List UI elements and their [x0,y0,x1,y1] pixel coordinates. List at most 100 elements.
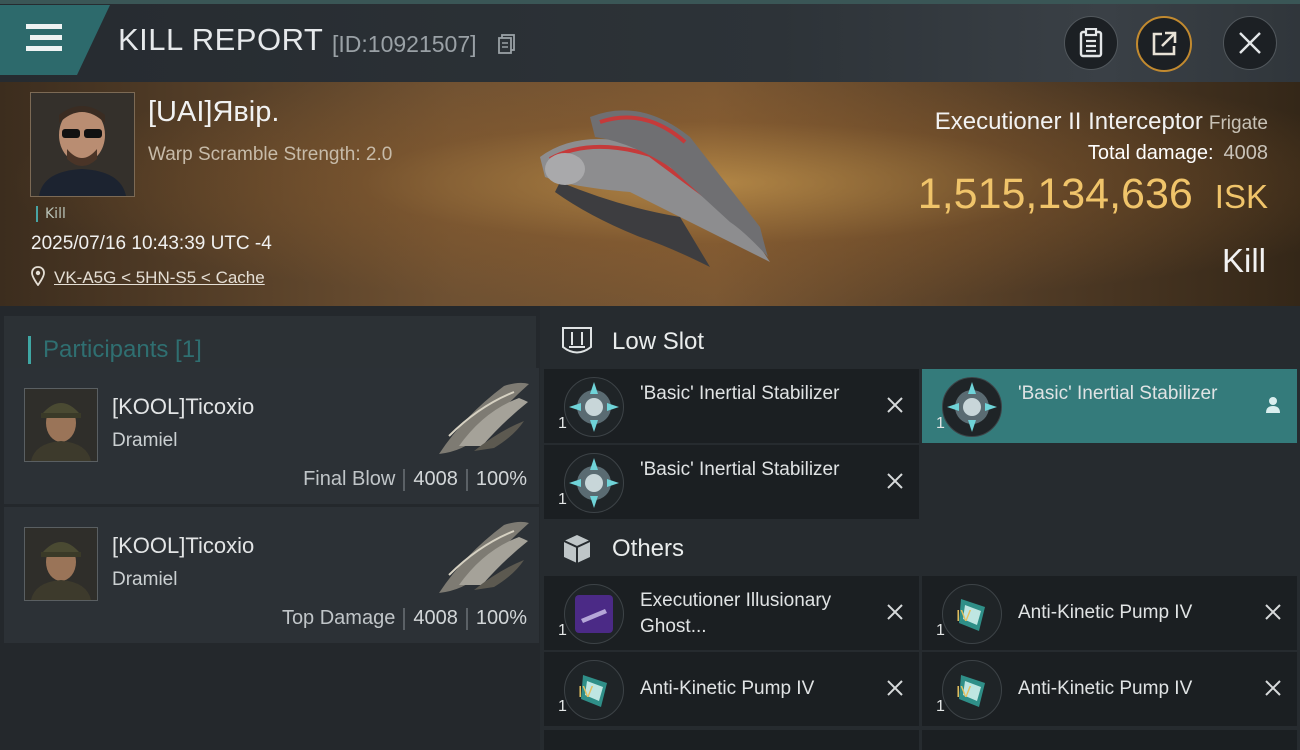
ship-name-text: Executioner II Interceptor [934,108,1203,135]
page-title: KILL REPORT [118,22,324,57]
stats-divider [465,468,468,491]
others-item[interactable]: 1 Executioner Illusionary Ghost... [544,576,919,650]
item-quantity: 1 [558,698,567,715]
ship-class: Frigate [1208,113,1268,134]
participants-panel: Participants [1] [KOOL]Ticoxio Dramiel F… [0,306,540,750]
item-quantity: 1 [936,622,945,639]
inertial-stabilizer-icon [564,377,624,437]
kinetic-pump-icon [564,660,624,720]
close-button[interactable] [1223,16,1277,70]
others-item[interactable]: IV 1 Anti-Kinetic Pump IV [922,652,1297,726]
low-slot-header: Low Slot [540,312,1300,372]
ship-skin-icon [564,584,624,644]
destroyed-x-icon [1265,604,1281,620]
victim-portrait[interactable] [30,92,135,197]
kinetic-pump-icon [942,660,1002,720]
victim-ship-image [540,110,770,267]
victim-ship-name[interactable]: Executioner II Interceptor Frigate [935,108,1268,136]
participant-name[interactable]: [KOOL]Ticoxio [112,533,254,559]
participant-damage: 4008 [413,607,458,629]
low-slot-item[interactable]: 1 'Basic' Inertial Stabilizer [544,445,919,519]
item-quantity: 1 [558,622,567,639]
warp-scramble-strength: Warp Scramble Strength: 2.0 [148,144,393,165]
close-icon [1239,32,1261,54]
low-slot-item[interactable]: 1 'Basic' Inertial Stabilizer [544,369,919,443]
stats-divider [403,607,406,630]
others-title: Others [612,535,685,562]
clipboard-button[interactable] [1064,16,1118,70]
item-name: Executioner Illusionary Ghost... [640,590,832,637]
item-name: 'Basic' Inertial Stabilizer [640,459,840,480]
participant-damage: 4008 [413,468,458,490]
participant-ship-image [439,382,529,454]
participant-stats: Top Damage 4008 100% [282,607,527,630]
item-quantity: 1 [558,491,567,508]
participant-ship: Dramiel [112,569,178,590]
others-header: Others [540,519,1300,579]
participant-portrait[interactable] [24,388,98,462]
participants-header: Participants [1] [4,316,536,372]
participant-stats: Final Blow 4008 100% [303,468,527,491]
participant-card[interactable]: [KOOL]Ticoxio Dramiel Final Blow 4008 10… [4,368,539,504]
destroyed-x-icon [887,473,903,489]
item-level: IV [956,608,972,625]
item-name: Anti-Kinetic Pump IV [640,678,815,699]
item-name: Anti-Kinetic Pump IV [1018,602,1193,623]
location-pin-icon [31,266,45,286]
others-item[interactable]: IV 1 Anti-Kinetic Pump IV [544,652,919,726]
item-name: 'Basic' Inertial Stabilizer [640,383,840,404]
others-item[interactable]: IV 1 Anti-Kinetic Pump IV [922,576,1297,650]
clipboard-icon [1079,28,1103,58]
item-level: IV [956,684,972,701]
total-damage-value: 4008 [1223,142,1269,164]
hamburger-menu-icon[interactable] [26,24,62,52]
total-damage: Total damage: 4008 [1088,142,1268,165]
low-slot-title: Low Slot [612,328,705,355]
destroyed-x-icon [887,604,903,620]
dropped-person-icon [1266,397,1280,413]
cube-icon [563,535,591,563]
participant-card[interactable]: [KOOL]Ticoxio Dramiel Top Damage 4008 10… [4,507,539,643]
participant-percent: 100% [475,607,527,629]
participant-percent: 100% [475,468,527,490]
low-slot-icon [562,327,592,354]
victim-summary: [UAI]Явір. Warp Scramble Strength: 2.0 K… [0,82,1300,306]
location-link[interactable]: VK-A5G < 5HN-S5 < Cache [54,268,265,288]
others-item-partial[interactable] [922,730,1297,750]
item-name: 'Basic' Inertial Stabilizer [1018,383,1218,404]
kill-datetime: 2025/07/16 10:43:39 UTC -4 [31,233,272,254]
total-damage-label: Total damage: [1087,142,1214,164]
destroyed-x-icon [887,397,903,413]
item-level: IV [578,684,594,701]
victim-pilot-name[interactable]: [UAI]Явір. [148,96,279,129]
pilot-portrait-image [31,93,134,196]
inertial-stabilizer-icon [942,377,1002,437]
inertial-stabilizer-icon [564,453,624,513]
kinetic-pump-icon [942,584,1002,644]
participants-title: Participants [1] [28,336,202,364]
participant-ship: Dramiel [112,430,178,451]
top-accent-line [0,0,1300,4]
fitting-panel: Low Slot 1 'Basic' Inertial Stabilizer 1… [540,306,1300,750]
result-label: Kill [1221,242,1266,279]
participant-portrait-image [25,389,97,461]
participant-ship-image [439,521,529,593]
destroyed-x-icon [1265,680,1281,696]
participant-portrait[interactable] [24,527,98,601]
low-slot-item[interactable]: 1 'Basic' Inertial Stabilizer [922,369,1297,443]
participant-name[interactable]: [KOOL]Ticoxio [112,394,254,420]
destroyed-x-icon [887,680,903,696]
share-icon [1152,31,1177,56]
kill-tag: Kill [36,206,66,222]
others-item-partial[interactable] [544,730,919,750]
isk-value: 1,515,134,636 [917,170,1193,218]
item-quantity: 1 [936,415,945,432]
copy-icon[interactable] [498,34,516,54]
item-quantity: 1 [936,698,945,715]
item-quantity: 1 [558,415,567,432]
participant-role: Top Damage [281,607,396,629]
top-bar: KILL REPORT [ID:10921507] [0,0,1300,82]
share-button[interactable] [1136,16,1192,72]
participant-role: Final Blow [303,468,396,490]
stats-divider [403,468,406,491]
